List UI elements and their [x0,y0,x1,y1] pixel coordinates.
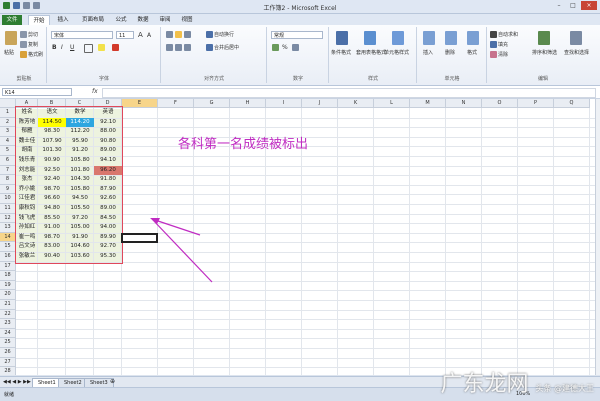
watermark-sub: 头条 @建德大王 [535,384,594,393]
annotation-arrow [150,218,213,283]
new-sheet-icon[interactable]: ⊕ [110,378,115,385]
watermark: 广东龙网 头条 @建德大王 [440,366,594,398]
status-ready: 就绪 [4,392,15,398]
annotation-text: 各科第一名成绩被标出 [178,137,309,152]
sheet-nav-icon[interactable]: ◀◀ ◀ ▶ ▶▶ [3,379,31,385]
watermark-brand: 广东龙网 [440,372,529,397]
